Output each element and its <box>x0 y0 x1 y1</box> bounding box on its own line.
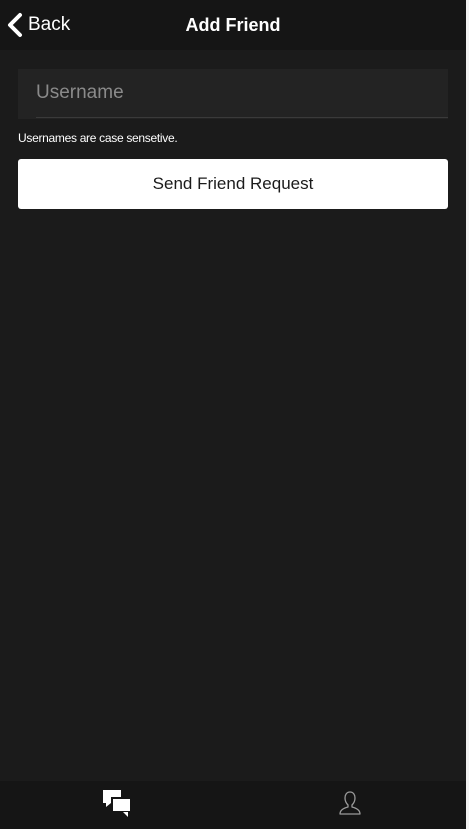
header-bar: Back Add Friend <box>0 0 466 50</box>
case-sensitivity-hint: Usernames are case sensetive. <box>18 131 178 145</box>
back-button[interactable]: Back <box>6 10 70 40</box>
chat-bubbles-icon <box>101 788 133 823</box>
username-field-container <box>18 69 448 119</box>
back-label: Back <box>28 14 71 35</box>
person-icon <box>337 789 363 822</box>
app-screen: Back Add Friend Usernames are case sense… <box>0 0 466 829</box>
username-input[interactable] <box>18 69 448 117</box>
bottom-nav <box>0 781 466 829</box>
field-underline <box>36 117 448 118</box>
chevron-left-icon <box>6 12 24 38</box>
tab-chats[interactable] <box>0 781 233 829</box>
send-friend-request-button[interactable]: Send Friend Request <box>18 159 448 209</box>
tab-profile[interactable] <box>233 781 466 829</box>
